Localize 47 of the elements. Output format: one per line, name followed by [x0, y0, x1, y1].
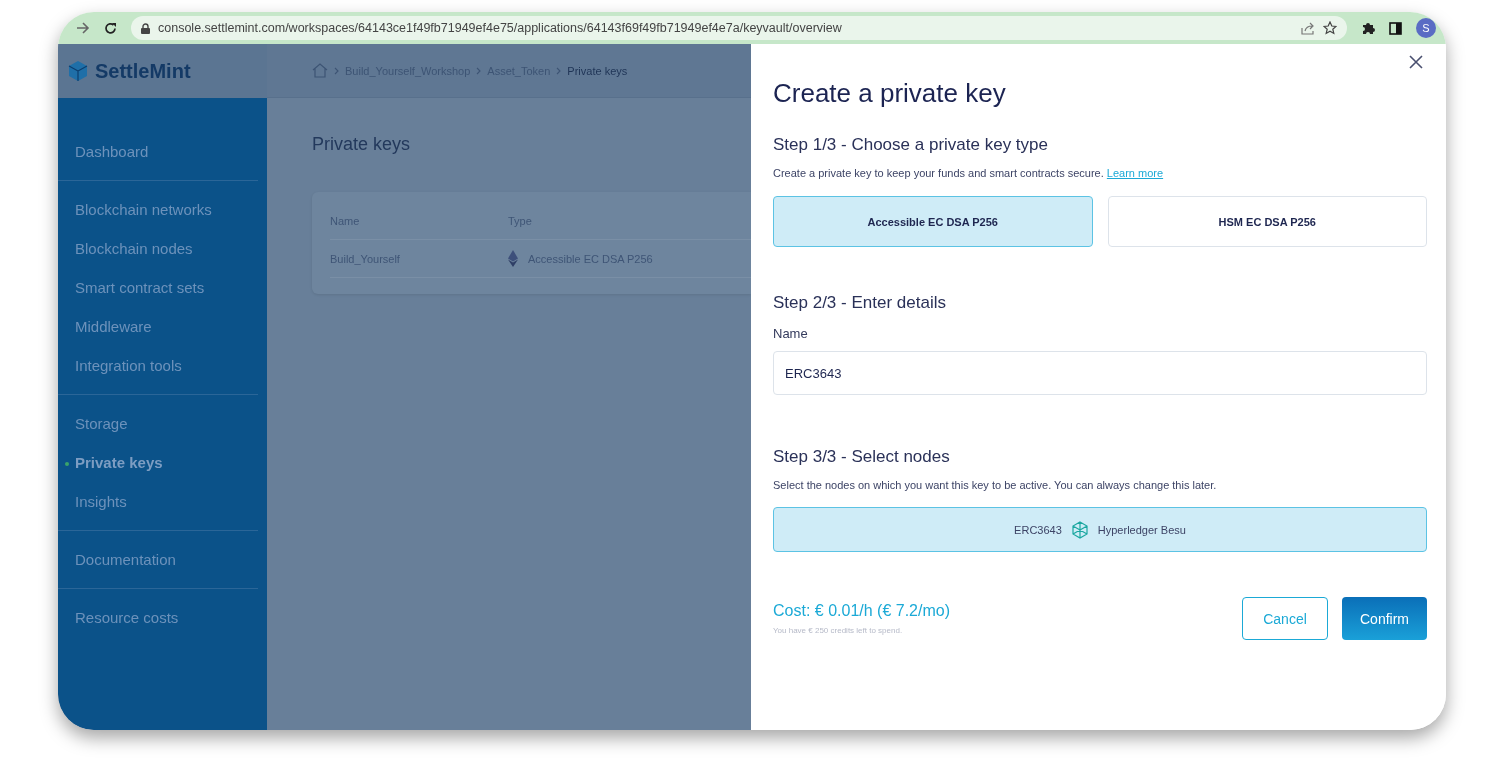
logo-text: SettleMint: [95, 59, 191, 83]
forward-icon[interactable]: [76, 22, 90, 34]
sidebar-item[interactable]: Documentation: [58, 551, 258, 568]
chevron-icon: [556, 66, 562, 75]
page-title: Private keys: [312, 134, 412, 155]
cancel-button[interactable]: Cancel: [1242, 597, 1328, 640]
sidebar-item[interactable]: Storage: [58, 415, 258, 432]
share-icon[interactable]: [1301, 21, 1315, 35]
sidebar-item[interactable]: Integration tools: [58, 357, 258, 374]
hexagon-icon: [1071, 520, 1088, 539]
chevron-icon: [476, 66, 482, 75]
puzzle-icon[interactable]: [1361, 21, 1375, 35]
sidebar-item[interactable]: Blockchain nodes: [58, 240, 258, 257]
star-icon[interactable]: [1323, 21, 1337, 35]
side-panel-icon[interactable]: [1389, 21, 1402, 35]
cube-logo-icon: [67, 60, 89, 82]
learn-more-link[interactable]: Learn more: [1106, 167, 1164, 179]
step-description: Select the nodes on which you want this key to be active. You can always change this later.: [773, 479, 1218, 491]
credits-text: You have € 250 credits left to spend.: [773, 626, 904, 635]
sidebar-item[interactable]: Middleware: [58, 318, 258, 335]
sidebar-item[interactable]: Dashboard: [58, 143, 258, 160]
profile-avatar[interactable]: S: [1416, 18, 1436, 38]
address-bar[interactable]: console.settlemint.com/workspaces/64143ce1f49fb71949ef4e75/applications/64143f69f49fb71949ef4e7a/keyvault/overview: [131, 16, 1347, 40]
field-label: Name: [773, 326, 809, 341]
name-input-field[interactable]: ERC3643: [773, 351, 1427, 395]
cost-text: Cost: € 0.01/h (€ 7.2/mo): [773, 602, 950, 620]
node-option[interactable]: ERC3643 Hyperledger Besu: [773, 507, 1427, 552]
step-heading: Step 3/3 - Select nodes: [773, 447, 951, 467]
close-icon[interactable]: [1408, 54, 1424, 70]
key-type-option[interactable]: HSM EC DSA P256: [1107, 196, 1427, 247]
sidebar-item[interactable]: Blockchain networks: [58, 201, 258, 218]
breadcrumb-link[interactable]: Private keys: [567, 64, 628, 77]
reload-icon[interactable]: [104, 21, 117, 35]
step-heading: Step 1/3 - Choose a private key type: [773, 135, 1049, 155]
confirm-button[interactable]: Confirm: [1342, 597, 1427, 640]
chevron-icon: [334, 66, 339, 75]
modal-title: Create a private key: [773, 78, 1007, 109]
sidebar-item[interactable]: Private keys: [58, 454, 258, 471]
sidebar-item[interactable]: Resource costs: [58, 609, 258, 626]
url-text: console.settlemint.com/workspaces/64143ce1f49fb71949ef4e75/applications/64143f69f49fb71949ef4e7a/keyvault/overview: [158, 21, 842, 35]
sidebar-item[interactable]: Smart contract sets: [58, 279, 258, 296]
step-heading: Step 2/3 - Enter details: [773, 293, 947, 313]
lock-icon: [141, 22, 150, 34]
ethereum-icon: [508, 250, 518, 267]
step-description: Create a private key to keep your funds and smart contracts secure. Learn more: [773, 167, 1165, 179]
key-type-option[interactable]: Accessible EC DSA P256: [773, 196, 1093, 247]
sidebar-item[interactable]: Insights: [58, 493, 258, 510]
